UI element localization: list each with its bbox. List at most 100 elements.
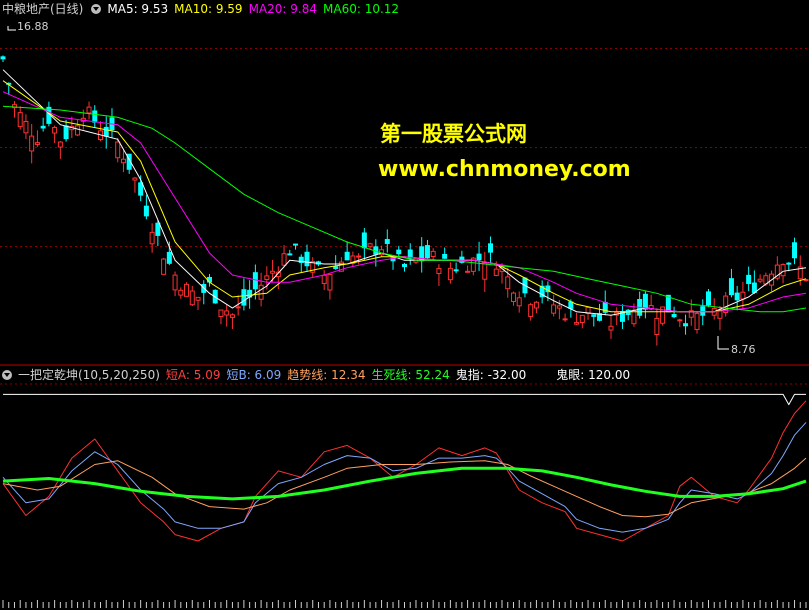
candle-body-110 xyxy=(631,309,637,325)
watermark-title: 第一股票公式网 xyxy=(380,122,527,146)
candle-body-74 xyxy=(424,245,430,259)
indicator-ma5: MA5: 9.53 xyxy=(107,2,169,16)
low-price-label: 8.76 xyxy=(731,343,756,356)
candle-body-46 xyxy=(264,275,270,280)
candle-body-31 xyxy=(178,289,184,296)
high-marker-icon xyxy=(7,26,16,31)
candle-body-32 xyxy=(184,283,190,297)
candle-body-56 xyxy=(321,274,327,285)
candle-body-85 xyxy=(488,243,494,253)
candle-body-130 xyxy=(746,274,752,285)
high-price-label: 16.88 xyxy=(17,20,49,33)
indicator-life-death-line: 生死线: 52.24 xyxy=(371,368,450,382)
candle-body-140 xyxy=(803,279,809,282)
ghost-eye-line xyxy=(3,393,806,406)
candle-body-58 xyxy=(333,266,339,269)
candle-body-33 xyxy=(189,290,195,306)
candle-body-13 xyxy=(75,125,81,136)
candle-body-129 xyxy=(740,291,746,300)
dropdown-icon[interactable] xyxy=(91,4,102,14)
ma-line-ma10 xyxy=(2,80,807,313)
chart-canvas: 16.88 8.76 xyxy=(0,20,809,608)
indicator-short-a: 短A: 5.09 xyxy=(165,368,221,382)
candle-body-101 xyxy=(579,314,585,324)
indicator-ghost-finger: 鬼指: -32.00 xyxy=(455,368,527,382)
ma-line-ma5 xyxy=(2,69,807,316)
candle-body-97 xyxy=(556,305,562,309)
candle-body-86 xyxy=(493,268,499,276)
candle-body-90 xyxy=(516,297,522,307)
candle-body-47 xyxy=(270,270,276,274)
tick-marks-layer xyxy=(2,600,807,608)
candle-body-28 xyxy=(161,258,167,275)
candle-body-45 xyxy=(258,284,264,300)
candle-body-25 xyxy=(143,205,149,217)
candle-body-38 xyxy=(218,309,224,318)
candle-body-122 xyxy=(700,306,706,316)
candle-body-3 xyxy=(17,112,23,128)
candle-body-62 xyxy=(356,255,362,258)
candle-body-128 xyxy=(734,292,740,301)
candlestick-layer xyxy=(0,55,809,346)
candle-body-132 xyxy=(757,278,763,282)
candle-body-60 xyxy=(344,251,350,261)
candle-body-57 xyxy=(327,273,333,291)
candle-body-136 xyxy=(780,264,786,277)
candle-body-41 xyxy=(235,306,241,309)
candle-body-83 xyxy=(476,253,482,261)
candle-body-10 xyxy=(57,141,63,148)
candle-body-21 xyxy=(120,158,126,164)
candle-body-50 xyxy=(287,253,293,256)
candle-body-89 xyxy=(510,292,516,302)
candle-body-84 xyxy=(482,262,488,280)
candle-body-30 xyxy=(172,274,178,291)
low-marker-icon xyxy=(717,336,729,350)
candle-body-18 xyxy=(103,126,109,137)
candle-body-26 xyxy=(149,231,155,245)
candle-body-103 xyxy=(591,314,597,317)
candle-body-78 xyxy=(447,267,453,281)
candle-body-123 xyxy=(705,291,711,306)
moving-average-layer xyxy=(2,69,807,316)
candle-body-20 xyxy=(115,141,121,159)
sub-panel-header: 一把定乾坤(10,5,20,250) 短A: 5.09 短B: 6.09 趋势线: 1… xyxy=(0,366,809,384)
candle-body-77 xyxy=(442,253,448,259)
candle-body-27 xyxy=(155,222,161,236)
candle-body-96 xyxy=(551,304,557,314)
stock-title: 中粮地产(日线) xyxy=(2,2,84,16)
indicator-short-b: 短B: 6.09 xyxy=(226,368,282,382)
candle-body-7 xyxy=(40,125,46,129)
oscillator-layer xyxy=(2,393,807,542)
candle-body-4 xyxy=(23,121,29,134)
candle-body-49 xyxy=(281,253,287,266)
candle-body-81 xyxy=(465,270,471,273)
candle-body-42 xyxy=(241,289,247,306)
candle-body-24 xyxy=(138,182,144,196)
candle-body-127 xyxy=(728,278,734,296)
candle-body-106 xyxy=(608,325,614,331)
candle-body-16 xyxy=(92,110,98,123)
candle-body-117 xyxy=(671,314,677,318)
candle-body-11 xyxy=(63,125,69,140)
candle-body-137 xyxy=(786,262,792,265)
life-death-line xyxy=(2,466,807,501)
candle-body-76 xyxy=(436,268,442,274)
candle-body-93 xyxy=(533,301,539,309)
candle-body-63 xyxy=(361,232,367,249)
candle-body-75 xyxy=(430,250,436,258)
candle-body-88 xyxy=(505,276,511,290)
candle-body-44 xyxy=(252,272,258,290)
candle-body-23 xyxy=(132,177,138,181)
candle-body-15 xyxy=(86,106,92,114)
candle-body-29 xyxy=(166,251,172,264)
indicator-ma10: MA10: 9.59 xyxy=(174,2,243,16)
candle-body-119 xyxy=(683,323,689,327)
candle-body-0 xyxy=(0,56,6,60)
candle-body-64 xyxy=(367,243,373,248)
candle-body-5 xyxy=(29,135,35,152)
indicator-ghost-eye: 鬼眼: 120.00 xyxy=(556,368,631,382)
indicator-trend-line: 趋势线: 12.34 xyxy=(287,368,366,382)
candle-body-69 xyxy=(396,249,402,255)
dropdown-icon[interactable] xyxy=(2,370,12,380)
candle-body-6 xyxy=(34,142,40,145)
